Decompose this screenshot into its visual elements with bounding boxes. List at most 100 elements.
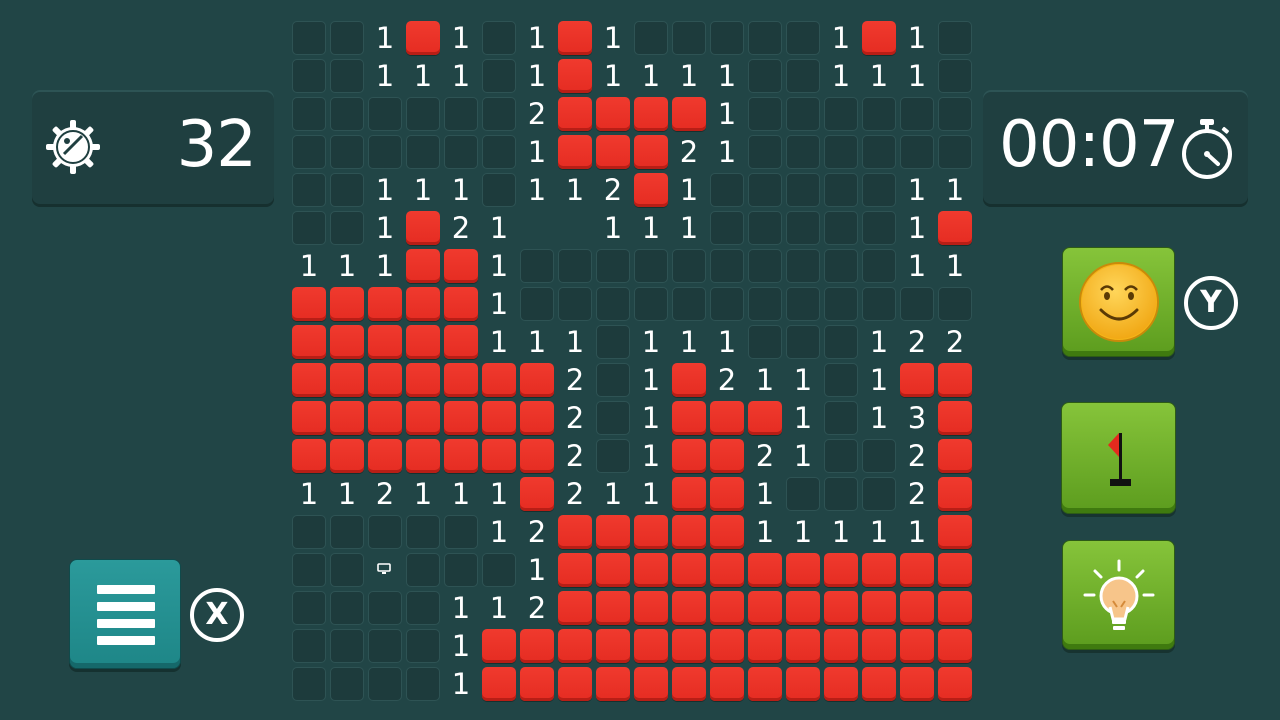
number-cell[interactable]: 1 bbox=[520, 135, 554, 169]
hidden-cell[interactable] bbox=[596, 401, 630, 435]
hidden-cell[interactable] bbox=[482, 59, 516, 93]
hidden-cell[interactable] bbox=[824, 135, 858, 169]
mine-cell[interactable] bbox=[862, 553, 896, 587]
hidden-cell[interactable] bbox=[862, 135, 896, 169]
mine-cell[interactable] bbox=[482, 401, 516, 435]
hidden-cell[interactable] bbox=[292, 667, 326, 701]
hidden-cell[interactable] bbox=[938, 59, 972, 93]
mine-cell[interactable] bbox=[482, 439, 516, 473]
hidden-cell[interactable] bbox=[444, 135, 478, 169]
hidden-cell[interactable] bbox=[672, 21, 706, 55]
hidden-cell[interactable] bbox=[786, 21, 820, 55]
hidden-cell[interactable] bbox=[368, 591, 402, 625]
number-cell[interactable]: 1 bbox=[634, 477, 668, 511]
mine-cell[interactable] bbox=[938, 211, 972, 245]
mine-cell[interactable] bbox=[938, 629, 972, 663]
new-game-button[interactable] bbox=[1062, 247, 1175, 357]
number-cell[interactable]: 1 bbox=[368, 21, 402, 55]
mine-cell[interactable] bbox=[786, 629, 820, 663]
mine-cell[interactable] bbox=[520, 629, 554, 663]
number-cell[interactable]: 1 bbox=[444, 591, 478, 625]
number-cell[interactable]: 1 bbox=[786, 439, 820, 473]
number-cell[interactable]: 1 bbox=[444, 477, 478, 511]
number-cell[interactable]: 1 bbox=[748, 477, 782, 511]
number-cell[interactable]: 2 bbox=[520, 515, 554, 549]
mine-cell[interactable] bbox=[368, 287, 402, 321]
number-cell[interactable]: 1 bbox=[824, 21, 858, 55]
mine-cell[interactable] bbox=[558, 553, 592, 587]
number-cell[interactable]: 2 bbox=[938, 325, 972, 359]
number-cell[interactable]: 1 bbox=[596, 211, 630, 245]
number-cell[interactable]: 1 bbox=[406, 477, 440, 511]
mine-cell[interactable] bbox=[938, 667, 972, 701]
number-cell[interactable]: 2 bbox=[520, 591, 554, 625]
hidden-cell[interactable] bbox=[330, 59, 364, 93]
mine-cell[interactable] bbox=[634, 591, 668, 625]
number-cell[interactable]: 1 bbox=[520, 325, 554, 359]
hidden-cell[interactable] bbox=[330, 21, 364, 55]
mine-cell[interactable] bbox=[292, 363, 326, 397]
hidden-cell[interactable] bbox=[824, 401, 858, 435]
number-cell[interactable]: 1 bbox=[406, 173, 440, 207]
mine-cell[interactable] bbox=[444, 249, 478, 283]
hidden-cell[interactable] bbox=[330, 135, 364, 169]
number-cell[interactable]: 1 bbox=[482, 211, 516, 245]
mine-cell[interactable] bbox=[900, 591, 934, 625]
hidden-cell[interactable] bbox=[748, 325, 782, 359]
mine-cell[interactable] bbox=[672, 401, 706, 435]
mine-cell[interactable] bbox=[672, 629, 706, 663]
marked-cell[interactable] bbox=[368, 553, 402, 587]
mine-cell[interactable] bbox=[900, 553, 934, 587]
hidden-cell[interactable] bbox=[292, 173, 326, 207]
mine-cell[interactable] bbox=[710, 591, 744, 625]
hidden-cell[interactable] bbox=[786, 135, 820, 169]
number-cell[interactable]: 1 bbox=[444, 21, 478, 55]
mine-cell[interactable] bbox=[710, 401, 744, 435]
mine-cell[interactable] bbox=[596, 629, 630, 663]
number-cell[interactable]: 1 bbox=[368, 249, 402, 283]
hidden-cell[interactable] bbox=[368, 515, 402, 549]
mine-cell[interactable] bbox=[938, 401, 972, 435]
mine-cell[interactable] bbox=[368, 439, 402, 473]
number-cell[interactable]: 1 bbox=[710, 325, 744, 359]
menu-button[interactable] bbox=[69, 559, 181, 669]
mine-cell[interactable] bbox=[634, 97, 668, 131]
number-cell[interactable]: 1 bbox=[634, 401, 668, 435]
number-cell[interactable]: 1 bbox=[596, 477, 630, 511]
hidden-cell[interactable] bbox=[520, 249, 554, 283]
mine-cell[interactable] bbox=[862, 667, 896, 701]
hidden-cell[interactable] bbox=[368, 135, 402, 169]
number-cell[interactable]: 2 bbox=[900, 477, 934, 511]
number-cell[interactable]: 2 bbox=[596, 173, 630, 207]
number-cell[interactable]: 1 bbox=[444, 173, 478, 207]
hidden-cell[interactable] bbox=[596, 439, 630, 473]
mine-cell[interactable] bbox=[672, 553, 706, 587]
mine-cell[interactable] bbox=[520, 363, 554, 397]
mine-cell[interactable] bbox=[520, 667, 554, 701]
hidden-cell[interactable] bbox=[558, 287, 592, 321]
number-cell[interactable]: 1 bbox=[862, 59, 896, 93]
hidden-cell[interactable] bbox=[444, 97, 478, 131]
hidden-cell[interactable] bbox=[330, 667, 364, 701]
hidden-cell[interactable] bbox=[824, 439, 858, 473]
mine-cell[interactable] bbox=[330, 401, 364, 435]
mine-cell[interactable] bbox=[786, 667, 820, 701]
mine-cell[interactable] bbox=[900, 629, 934, 663]
hidden-cell[interactable] bbox=[938, 287, 972, 321]
hidden-cell[interactable] bbox=[292, 21, 326, 55]
hidden-cell[interactable] bbox=[748, 173, 782, 207]
hidden-cell[interactable] bbox=[672, 287, 706, 321]
mine-cell[interactable] bbox=[634, 135, 668, 169]
mine-cell[interactable] bbox=[710, 667, 744, 701]
number-cell[interactable]: 1 bbox=[862, 363, 896, 397]
mine-cell[interactable] bbox=[748, 667, 782, 701]
mine-cell[interactable] bbox=[900, 363, 934, 397]
number-cell[interactable]: 1 bbox=[710, 97, 744, 131]
hidden-cell[interactable] bbox=[330, 553, 364, 587]
hidden-cell[interactable] bbox=[862, 287, 896, 321]
number-cell[interactable]: 1 bbox=[520, 59, 554, 93]
mine-cell[interactable] bbox=[444, 287, 478, 321]
hidden-cell[interactable] bbox=[900, 287, 934, 321]
mine-cell[interactable] bbox=[938, 439, 972, 473]
mine-cell[interactable] bbox=[482, 363, 516, 397]
